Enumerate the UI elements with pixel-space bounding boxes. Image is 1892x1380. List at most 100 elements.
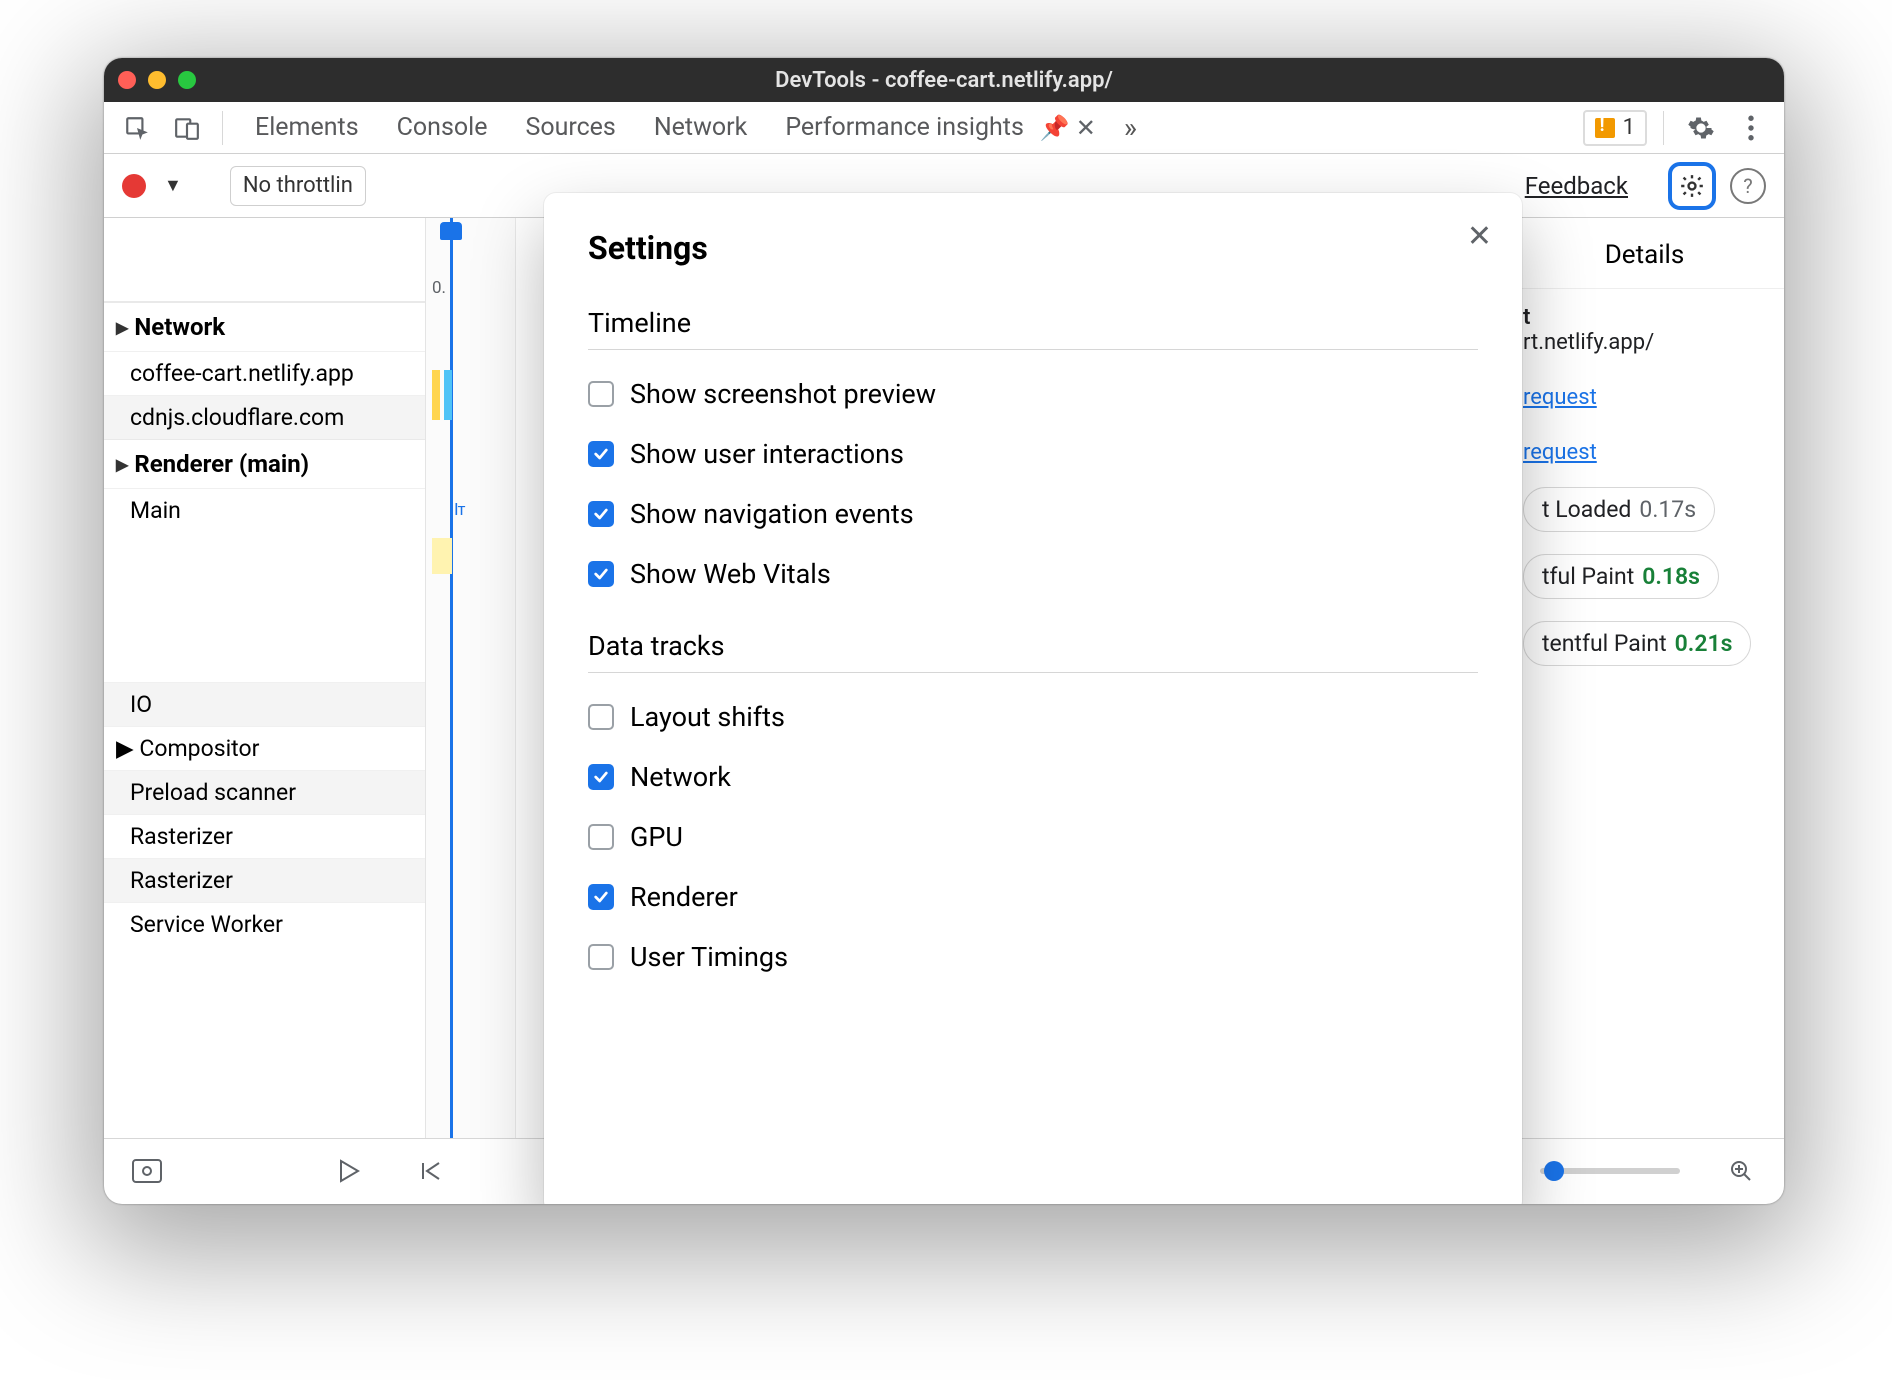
checkbox[interactable] — [588, 501, 614, 527]
settings-popover: Settings ✕ TimelineShow screenshot previ… — [544, 193, 1522, 1204]
metric-label: tful Paint — [1542, 563, 1634, 590]
help-icon[interactable]: ? — [1730, 168, 1766, 204]
details-host-tail: t — [1523, 305, 1766, 330]
checkbox[interactable] — [588, 764, 614, 790]
metric-value: 0.21s — [1675, 630, 1733, 657]
chevron-right-icon: ▶ — [116, 318, 128, 337]
issues-badge[interactable]: 1 — [1583, 110, 1647, 146]
pin-icon[interactable]: 📌 — [1040, 114, 1070, 142]
devtools-window: DevTools - coffee-cart.netlify.app/ Elem… — [104, 58, 1784, 1204]
details-panel: Details t rt.netlify.app/ request reques… — [1504, 218, 1784, 1138]
renderer-track-row[interactable]: Main — [104, 488, 425, 532]
settings-option-row[interactable]: Show user interactions — [588, 438, 1478, 470]
timeline-ruler[interactable]: 0. Iᴛ — [426, 218, 516, 1138]
checkbox[interactable] — [588, 824, 614, 850]
screenshot-preview-icon[interactable] — [126, 1150, 168, 1192]
network-section-header[interactable]: ▶ Network — [104, 302, 425, 351]
throttle-value: No throttlin — [243, 173, 353, 198]
tab-console[interactable]: Console — [397, 113, 488, 142]
record-button[interactable] — [122, 174, 146, 198]
feedback-link[interactable]: Feedback — [1525, 172, 1628, 200]
settings-option-row[interactable]: Show navigation events — [588, 498, 1478, 530]
timeline-bar — [444, 370, 452, 420]
chevron-right-icon: ▶ — [116, 455, 128, 474]
renderer-section-label: Renderer (main) — [134, 450, 309, 478]
throttle-select[interactable]: No throttlin — [230, 166, 366, 206]
device-toolbar-icon[interactable] — [166, 107, 208, 149]
tracks-column: ▶ Network coffee-cart.netlify.app cdnjs.… — [104, 218, 426, 1138]
timeline-bar — [432, 370, 440, 420]
settings-section-title: Timeline — [588, 307, 1478, 350]
tab-sources[interactable]: Sources — [525, 113, 615, 142]
checkbox[interactable] — [588, 441, 614, 467]
network-host-row[interactable]: coffee-cart.netlify.app — [104, 351, 425, 395]
traffic-lights — [118, 71, 196, 89]
track-label: Compositor — [139, 735, 259, 762]
divider — [1663, 111, 1664, 145]
divider — [222, 111, 223, 145]
renderer-track-row[interactable]: IO — [104, 682, 425, 726]
panel-settings-button[interactable] — [1668, 162, 1716, 210]
issues-count: 1 — [1623, 115, 1635, 140]
zoom-window-button[interactable] — [178, 71, 196, 89]
metric-label: tentful Paint — [1542, 630, 1667, 657]
chevron-right-icon: ▶ — [116, 735, 134, 762]
play-icon[interactable] — [328, 1150, 370, 1192]
details-body: t rt.netlify.app/ request request t Load… — [1505, 289, 1784, 682]
renderer-section-header[interactable]: ▶ Renderer (main) — [104, 439, 425, 488]
tab-elements[interactable]: Elements — [255, 113, 359, 142]
minimize-window-button[interactable] — [148, 71, 166, 89]
metric-pill[interactable]: tentful Paint 0.21s — [1523, 621, 1751, 666]
tab-affordances: 📌 ✕ — [1040, 114, 1096, 142]
checkbox[interactable] — [588, 884, 614, 910]
renderer-track-row[interactable]: Preload scanner — [104, 770, 425, 814]
window-title: DevTools - coffee-cart.netlify.app/ — [104, 68, 1784, 93]
checkbox[interactable] — [588, 381, 614, 407]
tab-network[interactable]: Network — [654, 113, 747, 142]
details-host-line: rt.netlify.app/ — [1523, 330, 1766, 355]
settings-option-row[interactable]: Renderer — [588, 881, 1478, 913]
zoom-in-icon[interactable] — [1720, 1150, 1762, 1192]
settings-option-row[interactable]: GPU — [588, 821, 1478, 853]
details-request-link[interactable]: request — [1523, 440, 1597, 465]
metric-value: 0.17s — [1639, 496, 1696, 523]
more-tabs-icon[interactable]: » — [1124, 111, 1137, 144]
renderer-track-row[interactable]: Rasterizer — [104, 858, 425, 902]
checkbox[interactable] — [588, 561, 614, 587]
zoom-slider[interactable] — [1540, 1168, 1680, 1174]
tab-performance-insights[interactable]: Performance insights — [785, 113, 1024, 142]
renderer-track-row[interactable]: ▶ Compositor — [104, 726, 425, 770]
renderer-track-row[interactable]: Service Worker — [104, 902, 425, 946]
close-window-button[interactable] — [118, 71, 136, 89]
settings-option-label: User Timings — [630, 941, 788, 973]
kebab-menu-icon[interactable] — [1730, 107, 1772, 149]
settings-option-row[interactable]: Layout shifts — [588, 701, 1478, 733]
details-request-link[interactable]: request — [1523, 385, 1597, 410]
network-section-label: Network — [134, 313, 225, 341]
renderer-track-row[interactable]: Rasterizer — [104, 814, 425, 858]
network-host-row[interactable]: cdnjs.cloudflare.com — [104, 395, 425, 439]
checkbox[interactable] — [588, 704, 614, 730]
timeline-tick: 0. — [432, 278, 446, 298]
devtools-settings-icon[interactable] — [1680, 107, 1722, 149]
timeline-cursor[interactable] — [450, 218, 453, 1138]
record-options-dropdown[interactable]: ▼ — [164, 175, 182, 196]
metric-pill[interactable]: t Loaded 0.17s — [1523, 487, 1715, 532]
metric-pill[interactable]: tful Paint 0.18s — [1523, 554, 1719, 599]
settings-option-label: Show Web Vitals — [630, 558, 831, 590]
settings-option-label: Show screenshot preview — [630, 378, 936, 410]
settings-option-row[interactable]: Show screenshot preview — [588, 378, 1478, 410]
close-settings-icon[interactable]: ✕ — [1467, 219, 1492, 254]
settings-option-row[interactable]: User Timings — [588, 941, 1478, 973]
checkbox[interactable] — [588, 944, 614, 970]
zoom-slider-thumb[interactable] — [1544, 1161, 1564, 1181]
settings-option-label: Layout shifts — [630, 701, 785, 733]
settings-option-row[interactable]: Show Web Vitals — [588, 558, 1478, 590]
warning-icon — [1595, 118, 1615, 138]
rewind-to-start-icon[interactable] — [410, 1150, 452, 1192]
settings-option-label: Show navigation events — [630, 498, 914, 530]
settings-option-row[interactable]: Network — [588, 761, 1478, 793]
timeline-peek-text: Iᴛ — [454, 500, 464, 520]
close-tab-icon[interactable]: ✕ — [1076, 114, 1096, 142]
inspect-element-icon[interactable] — [116, 107, 158, 149]
